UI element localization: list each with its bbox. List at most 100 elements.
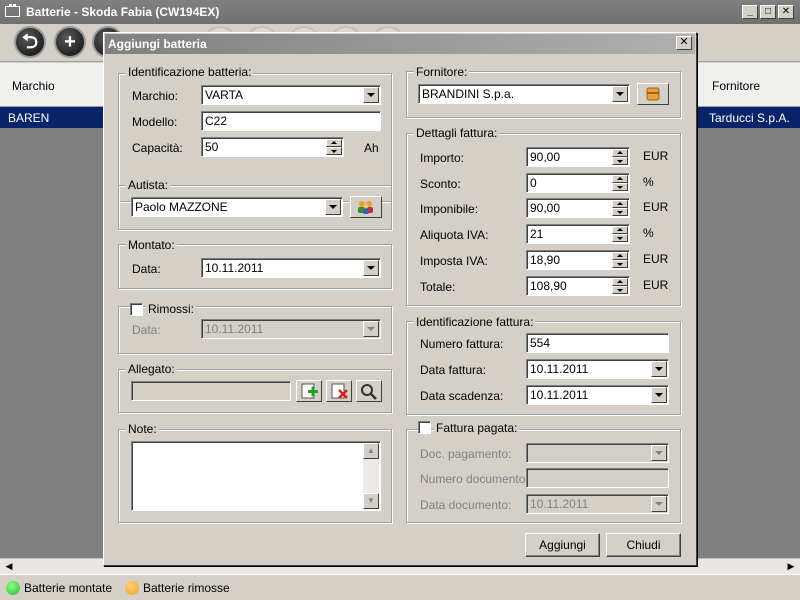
- group-label: Fattura pagata:: [434, 421, 520, 435]
- data-scadenza-value: 10.11.2011: [530, 388, 589, 402]
- modello-label: Modello:: [132, 115, 178, 129]
- doc-pagamento-select[interactable]: [526, 443, 669, 463]
- exit-icon: ⮌: [21, 31, 39, 53]
- chevron-down-icon[interactable]: [325, 199, 341, 215]
- dettagli-unit: EUR: [643, 251, 669, 266]
- remove-attachment-button[interactable]: [326, 380, 352, 402]
- add-attachment-icon: [301, 383, 318, 399]
- dettagli-unit: EUR: [643, 277, 669, 292]
- dialog-close-button[interactable]: ✕: [676, 36, 692, 50]
- chevron-down-icon[interactable]: [651, 387, 667, 403]
- column-header-marchio[interactable]: Marchio: [12, 79, 55, 93]
- dettagli-value: 21: [530, 227, 544, 242]
- rimossi-date-picker[interactable]: 10.11.2011: [201, 319, 381, 339]
- marchio-label: Marchio:: [132, 89, 179, 103]
- dettagli-stepper[interactable]: 108,90: [526, 275, 630, 296]
- rimossi-data-label: Data:: [132, 323, 161, 337]
- window-close-button[interactable]: ✕: [778, 5, 794, 19]
- numero-documento-input[interactable]: [526, 468, 669, 488]
- chevron-down-icon[interactable]: [651, 361, 667, 377]
- dettagli-stepper[interactable]: 0: [526, 172, 630, 193]
- chevron-down-icon[interactable]: [363, 87, 379, 103]
- data-fattura-value: 10.11.2011: [530, 362, 589, 376]
- dettagli-label: Importo:: [420, 151, 465, 165]
- fornitore-select[interactable]: BRANDINI S.p.a.: [418, 84, 630, 104]
- scroll-right-icon[interactable]: ▶: [784, 560, 798, 573]
- dettagli-label: Aliquota IVA:: [420, 228, 489, 243]
- spinner-icon[interactable]: [326, 139, 342, 155]
- users-button[interactable]: [350, 196, 382, 218]
- legend-rimosse: Batterie rimosse: [143, 581, 230, 595]
- group-label: Montato:: [126, 238, 177, 252]
- dettagli-value: 18,90: [530, 252, 561, 267]
- spinner-icon[interactable]: [612, 149, 628, 165]
- spinner-icon[interactable]: [612, 277, 628, 294]
- dettagli-stepper[interactable]: 21: [526, 224, 630, 245]
- data-scadenza-picker[interactable]: 10.11.2011: [526, 385, 669, 405]
- data-fattura-picker[interactable]: 10.11.2011: [526, 359, 669, 379]
- allegato-path-field[interactable]: [131, 381, 291, 401]
- view-attachment-button[interactable]: [356, 380, 382, 402]
- rimossi-checkbox[interactable]: [130, 303, 143, 316]
- dettagli-stepper[interactable]: 90,00: [526, 147, 630, 167]
- data-documento-label: Data documento:: [420, 498, 512, 512]
- chevron-down-icon[interactable]: [363, 321, 379, 337]
- montato-date-value: 10.11.2011: [205, 261, 264, 275]
- dettagli-unit: %: [643, 174, 654, 189]
- numero-fattura-input[interactable]: 554: [526, 333, 669, 353]
- dettagli-value: 90,00: [530, 150, 561, 164]
- dettagli-stepper[interactable]: 18,90: [526, 249, 630, 270]
- capacita-unit: Ah: [364, 141, 379, 155]
- dettagli-label: Sconto:: [420, 176, 461, 191]
- main-title-bar: Batterie - Skoda Fabia (CW194EX) _ □ ✕: [0, 0, 800, 24]
- add-attachment-button[interactable]: [296, 380, 322, 402]
- autista-select[interactable]: Paolo MAZZONE: [131, 197, 343, 217]
- plus-icon: +: [64, 31, 76, 53]
- fattura-pagata-checkbox[interactable]: [418, 421, 431, 434]
- dettagli-label: Imposta IVA:: [420, 253, 488, 268]
- exit-button[interactable]: ⮌: [14, 26, 46, 58]
- orange-dot-icon: [125, 581, 139, 595]
- modello-input[interactable]: C22: [201, 111, 381, 131]
- dettagli-unit: %: [643, 226, 654, 241]
- group-label: Rimossi:: [146, 302, 197, 316]
- aggiungi-button[interactable]: Aggiungi: [525, 533, 600, 557]
- chevron-down-icon[interactable]: [651, 445, 667, 461]
- spinner-icon[interactable]: [612, 174, 628, 191]
- chiudi-button[interactable]: Chiudi: [606, 533, 681, 557]
- autista-value: Paolo MAZZONE: [135, 200, 228, 214]
- data-documento-picker[interactable]: 10.11.2011: [526, 494, 669, 514]
- dialog-title: Aggiungi batteria: [108, 37, 207, 51]
- magnifier-icon: [361, 384, 377, 400]
- users-icon: [358, 201, 373, 214]
- column-header-fornitore[interactable]: Fornitore: [712, 79, 760, 93]
- delete-attachment-icon: [331, 383, 348, 399]
- chevron-down-icon[interactable]: [651, 496, 667, 512]
- maximize-button[interactable]: □: [760, 5, 776, 19]
- montato-data-label: Data:: [132, 262, 161, 276]
- fornitore-details-button[interactable]: [637, 83, 669, 105]
- dettagli-label: Totale:: [420, 279, 456, 294]
- chevron-down-icon[interactable]: [363, 260, 379, 276]
- capacita-label: Capacità:: [132, 141, 183, 155]
- minimize-button[interactable]: _: [742, 5, 758, 19]
- scroll-down-icon[interactable]: ▼: [363, 493, 379, 509]
- spinner-icon[interactable]: [612, 200, 628, 217]
- scroll-up-icon[interactable]: ▲: [363, 443, 379, 459]
- note-scrollbar[interactable]: ▲ ▼: [363, 443, 379, 509]
- scroll-left-icon[interactable]: ◀: [2, 560, 16, 573]
- add-battery-dialog: Aggiungi batteria ✕ Identificazione batt…: [103, 32, 697, 566]
- montato-date-picker[interactable]: 10.11.2011: [201, 258, 381, 278]
- add-button[interactable]: +: [54, 26, 86, 58]
- battery-icon: [5, 4, 20, 17]
- note-textarea[interactable]: ▲ ▼: [131, 441, 381, 511]
- dettagli-value: 108,90: [530, 278, 567, 293]
- spinner-icon[interactable]: [612, 226, 628, 243]
- dettagli-stepper[interactable]: 90,00: [526, 198, 630, 219]
- dettagli-unit: EUR: [643, 200, 669, 215]
- spinner-icon[interactable]: [612, 251, 628, 268]
- marchio-select[interactable]: VARTA: [201, 85, 381, 105]
- data-documento-value: 10.11.2011: [530, 497, 589, 511]
- capacita-stepper[interactable]: 50: [201, 137, 344, 157]
- chevron-down-icon[interactable]: [612, 86, 628, 102]
